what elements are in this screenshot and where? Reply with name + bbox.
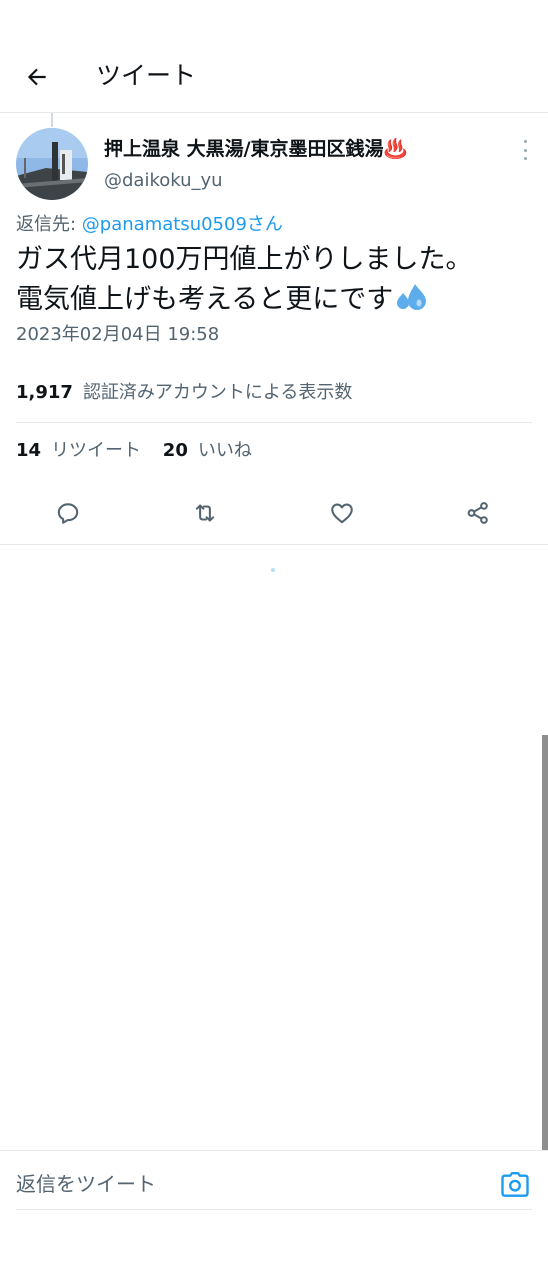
thread-connector-line [51,113,53,127]
top-app-bar: ツイート [0,0,548,113]
views-count: 1,917 認証済みアカウントによる表示数 [16,380,352,406]
views-label: 認証済みアカウントによる表示数 [82,382,353,403]
share-button[interactable] [460,495,496,531]
more-dot-icon [523,140,527,143]
retweet-icon [195,504,215,522]
more-dot-icon [523,148,527,152]
tweet-text-line: ガス代月100万円値上がりしました。 [16,244,473,275]
retweets-label: リツイート [51,440,142,461]
retweets-stat[interactable]: 14 リツイート [16,438,141,464]
retweets-count: 14 [16,440,42,461]
likes-count: 20 [162,440,188,461]
back-button[interactable] [18,58,56,96]
display-name[interactable]: 押上温泉 大黒湯/東京墨田区銭湯♨️ [104,136,407,162]
tweet-timestamp[interactable]: 2023年02月04日 19:58 [16,322,219,348]
reply-input[interactable] [16,1169,476,1199]
views-number: 1,917 [16,382,73,403]
retweet-button[interactable] [187,495,223,531]
reply-icon [57,503,79,524]
reply-context: 返信先: @panamatsu0509さん [16,212,283,238]
user-handle[interactable]: @daikoku_yu [104,168,223,194]
reply-button[interactable] [50,495,86,531]
more-dot-icon [523,157,527,160]
scrollbar[interactable] [542,735,548,1151]
camera-button[interactable] [500,1171,530,1199]
loading-indicator [271,568,275,572]
avatar[interactable] [16,128,88,200]
reply-composer [0,1150,548,1218]
tweet-text: ガス代月100万円値上がりしました。 電気値上げも考えると更にです [16,240,536,320]
divider [16,422,532,423]
sweat-droplets-icon [397,284,427,310]
camera-icon [501,1171,529,1197]
reply-input-underline [16,1209,532,1210]
engagement-stats: 14 リツイート 20 いいね [16,438,252,464]
share-icon [467,502,488,524]
back-arrow-icon [27,68,46,86]
tweet-text-line: 電気値上げも考えると更にです [16,284,394,315]
more-options-button[interactable] [518,140,532,160]
reply-to-link[interactable]: @panamatsu0509さん [82,214,283,235]
like-icon [331,503,353,524]
reply-prefix: 返信先: [16,214,82,235]
likes-stat[interactable]: 20 いいね [163,438,252,464]
page-title: ツイート [96,61,197,90]
like-button[interactable] [324,495,360,531]
likes-label: いいね [197,440,252,461]
divider [0,544,548,545]
